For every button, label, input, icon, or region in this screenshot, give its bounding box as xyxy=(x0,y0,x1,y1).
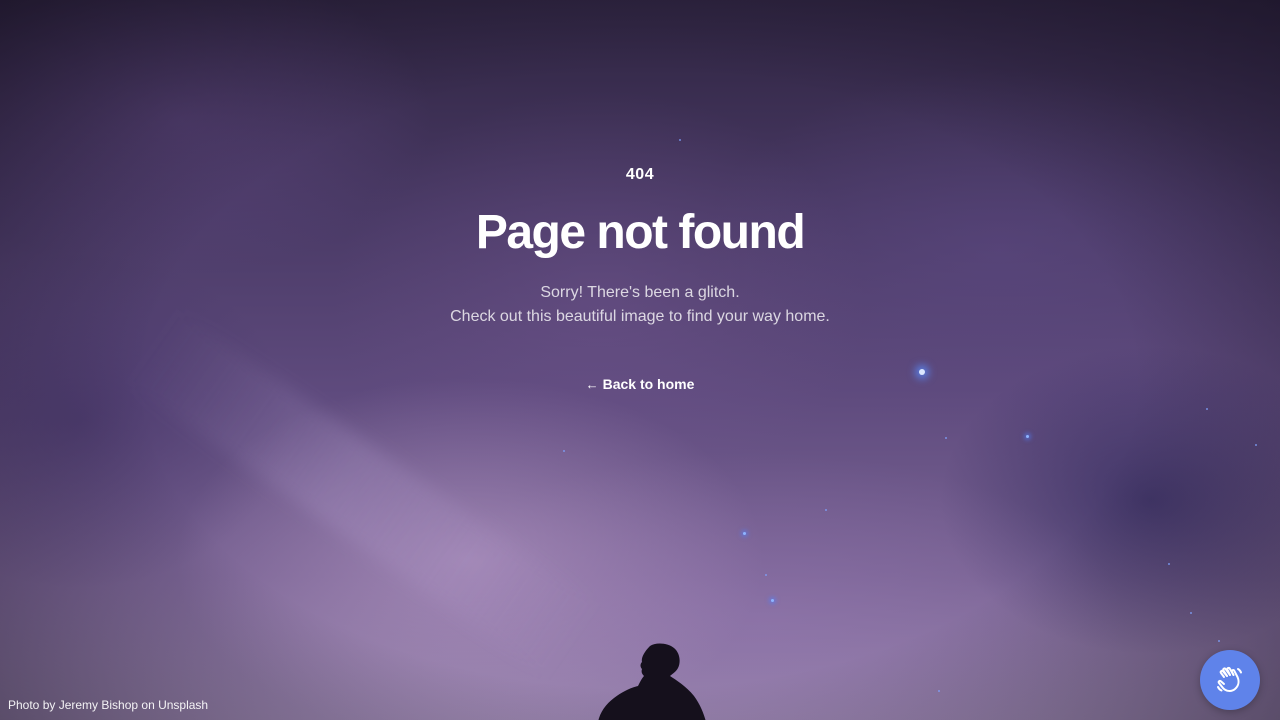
background-vignette xyxy=(0,0,1280,720)
star xyxy=(1218,640,1220,642)
star xyxy=(1190,612,1192,614)
star xyxy=(1255,444,1257,446)
person-silhouette xyxy=(598,643,706,720)
star xyxy=(765,574,767,576)
photo-credit: Photo by Jeremy Bishop on Unsplash xyxy=(8,698,209,712)
star xyxy=(771,599,774,602)
star xyxy=(563,450,565,452)
star xyxy=(1168,563,1170,565)
star xyxy=(825,509,827,511)
star xyxy=(1206,408,1208,410)
error-message-line-2: Check out this beautiful image to find y… xyxy=(450,308,830,325)
star xyxy=(743,532,746,535)
chat-widget-button[interactable] xyxy=(1200,650,1260,710)
waving-hand-icon xyxy=(1217,666,1242,692)
arrow-left-icon: ← xyxy=(585,376,599,392)
error-code: 404 xyxy=(625,166,655,183)
back-to-home-label: Back to home xyxy=(602,376,695,392)
star xyxy=(919,369,925,375)
error-message-line-1: Sorry! There's been a glitch. xyxy=(540,284,740,301)
star xyxy=(679,139,681,141)
star xyxy=(945,437,947,439)
star xyxy=(938,690,940,692)
star xyxy=(1026,435,1029,438)
page-title: Page not found xyxy=(475,206,806,259)
back-to-home-link[interactable]: ← Back to home xyxy=(580,373,700,395)
